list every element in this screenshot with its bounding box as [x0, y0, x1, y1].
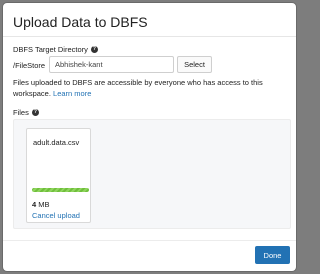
- file-size-value: 4: [32, 200, 37, 209]
- learn-more-link[interactable]: Learn more: [53, 89, 91, 98]
- access-info-text: Files uploaded to DBFS are accessible by…: [13, 77, 288, 99]
- target-directory-input[interactable]: [49, 56, 174, 73]
- cancel-upload-link[interactable]: Cancel upload: [32, 211, 80, 220]
- help-circle-icon[interactable]: ?: [90, 46, 98, 53]
- path-prefix: /FileStore: [13, 61, 46, 70]
- dialog-title: Upload Data to DBFS: [13, 14, 148, 30]
- file-size: 4 MB: [32, 200, 50, 209]
- header-divider: [3, 36, 296, 37]
- upload-dialog: Upload Data to DBFS DBFS Target Director…: [2, 2, 297, 272]
- upload-progress-bar: [32, 188, 89, 192]
- select-button[interactable]: Select: [177, 56, 212, 73]
- target-directory-label-text: DBFS Target Directory: [13, 45, 88, 54]
- upload-progress-fill: [32, 188, 89, 192]
- done-button[interactable]: Done: [255, 246, 290, 264]
- help-circle-icon[interactable]: ?: [31, 109, 39, 116]
- file-drop-zone[interactable]: adult.data.csv 4 MB Cancel upload: [13, 119, 291, 229]
- files-label: Files ?: [13, 108, 39, 117]
- file-card: adult.data.csv 4 MB Cancel upload: [26, 128, 91, 223]
- files-label-text: Files: [13, 108, 29, 117]
- target-directory-label: DBFS Target Directory ?: [13, 45, 98, 54]
- file-name: adult.data.csv: [33, 138, 80, 147]
- footer-divider: [3, 240, 296, 241]
- file-size-unit: MB: [38, 200, 50, 209]
- access-info-message: Files uploaded to DBFS are accessible by…: [13, 78, 263, 98]
